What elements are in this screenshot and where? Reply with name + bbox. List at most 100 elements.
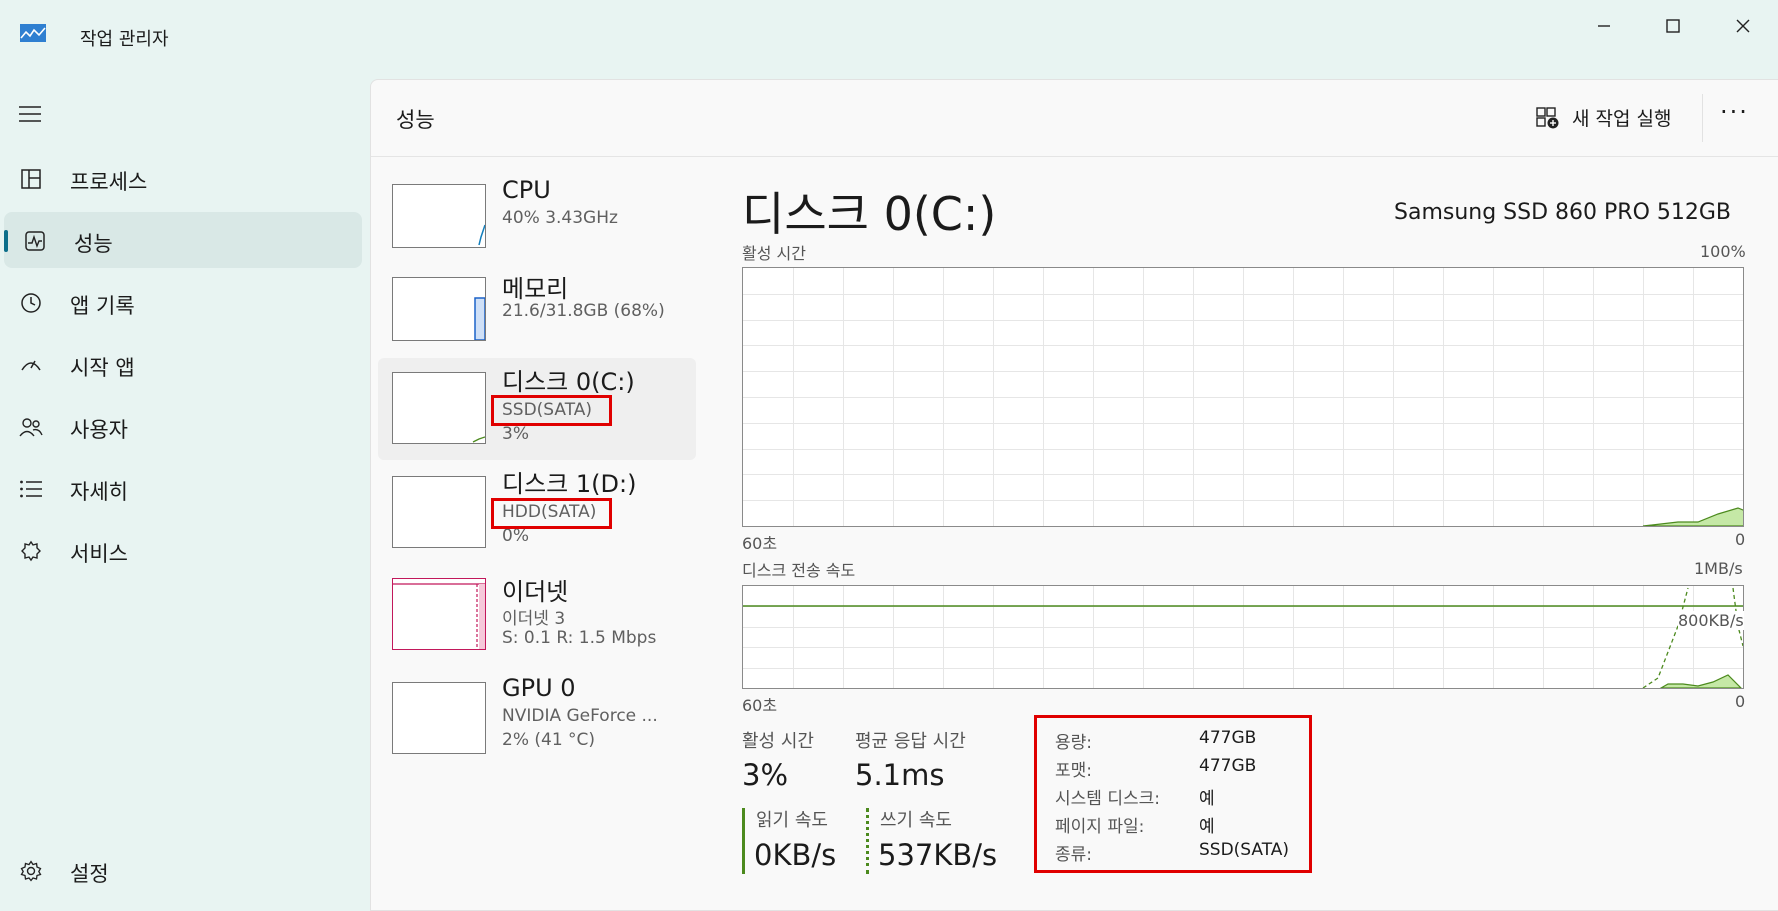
write-speed-label: 쓰기 속도 bbox=[880, 810, 952, 831]
sidebar-item-performance[interactable]: 성능 bbox=[4, 212, 362, 268]
performance-icon bbox=[22, 228, 48, 254]
format-value: 477GB bbox=[1199, 756, 1257, 776]
more-options-button[interactable]: ··· bbox=[1720, 98, 1749, 126]
disk-model: Samsung SSD 860 PRO 512GB bbox=[1394, 200, 1732, 225]
memory-thumbnail-graph bbox=[392, 277, 486, 341]
close-button[interactable] bbox=[1723, 6, 1763, 46]
window-title: 작업 관리자 bbox=[80, 29, 169, 50]
disk-title: 디스크 0(C:) bbox=[742, 187, 997, 241]
graph2-mid-label: 800KB/s bbox=[1678, 611, 1744, 630]
device-item-memory[interactable]: 메모리 21.6/31.8GB (68%) bbox=[378, 265, 696, 367]
device-detail: NVIDIA GeForce ... bbox=[502, 706, 658, 726]
avg-response-label: 평균 응답 시간 bbox=[855, 731, 966, 752]
sidebar-item-label: 서비스 bbox=[70, 542, 128, 566]
sidebar-item-users[interactable]: 사용자 bbox=[0, 398, 362, 454]
write-speed-indicator bbox=[866, 808, 869, 874]
graph2-label: 디스크 전송 속도 bbox=[742, 561, 856, 580]
new-task-icon bbox=[1536, 106, 1559, 128]
header-separator bbox=[1702, 94, 1703, 142]
device-item-cpu[interactable]: CPU 40% 3.43GHz bbox=[378, 172, 696, 274]
sidebar-item-details[interactable]: 자세히 bbox=[0, 460, 362, 516]
device-item-ethernet[interactable]: 이더넷 이더넷 3 S: 0.1 R: 1.5 Mbps bbox=[378, 568, 696, 670]
format-label: 포맷: bbox=[1055, 761, 1093, 781]
graph2-min-label: 0 bbox=[1735, 692, 1746, 711]
device-name: 디스크 0(C:) bbox=[502, 368, 635, 396]
capacity-label: 용량: bbox=[1055, 733, 1093, 753]
gear-icon bbox=[18, 858, 44, 884]
sidebar-item-processes[interactable]: 프로세스 bbox=[0, 150, 362, 206]
sidebar-item-label: 앱 기록 bbox=[70, 294, 135, 318]
sidebar-item-label: 사용자 bbox=[70, 418, 128, 442]
graph1-time-label: 60초 bbox=[742, 534, 778, 553]
minimize-icon bbox=[1598, 25, 1610, 27]
system-disk-value: 예 bbox=[1199, 789, 1215, 809]
disk1-thumbnail-graph bbox=[392, 476, 486, 548]
close-icon bbox=[1736, 19, 1750, 33]
run-new-task-button[interactable]: 새 작업 실행 bbox=[1536, 104, 1671, 131]
sidebar-item-startup-apps[interactable]: 시작 앱 bbox=[0, 336, 362, 392]
task-manager-app-icon bbox=[20, 24, 46, 42]
type-value: SSD(SATA) bbox=[1199, 840, 1290, 860]
graph1-label: 활성 시간 bbox=[742, 244, 806, 263]
hamburger-icon bbox=[19, 106, 41, 122]
processes-icon bbox=[18, 166, 44, 192]
transfer-rate-graph bbox=[742, 585, 1744, 689]
device-usage: 0% bbox=[502, 526, 529, 546]
gpu-thumbnail-graph bbox=[392, 682, 486, 754]
graph1-min-label: 0 bbox=[1735, 530, 1746, 549]
read-speed-value: 0KB/s bbox=[754, 838, 837, 872]
write-speed-value: 537KB/s bbox=[878, 838, 998, 872]
device-detail: 40% 3.43GHz bbox=[502, 208, 618, 228]
highlight-box-disk0-type bbox=[491, 395, 612, 426]
startup-icon bbox=[18, 352, 44, 378]
graph2-max-label: 1MB/s bbox=[1694, 559, 1743, 578]
graph1-max-label: 100% bbox=[1700, 242, 1746, 261]
sidebar-item-label: 설정 bbox=[70, 862, 109, 886]
read-speed-label: 읽기 속도 bbox=[756, 810, 828, 831]
maximize-button[interactable] bbox=[1653, 6, 1693, 46]
page-file-label: 페이지 파일: bbox=[1055, 817, 1145, 837]
sidebar-item-label: 시작 앱 bbox=[70, 356, 135, 380]
device-detail: 이더넷 3 bbox=[502, 609, 566, 629]
sidebar-item-label: 성능 bbox=[74, 232, 113, 256]
device-name: 메모리 bbox=[502, 275, 569, 303]
header-divider bbox=[371, 156, 1778, 157]
device-name: 디스크 1(D:) bbox=[502, 470, 637, 498]
device-throughput: S: 0.1 R: 1.5 Mbps bbox=[502, 628, 657, 648]
history-icon bbox=[18, 290, 44, 316]
ethernet-thumbnail-graph bbox=[392, 578, 486, 650]
disk0-thumbnail-graph bbox=[392, 372, 486, 444]
avg-response-value: 5.1ms bbox=[855, 758, 945, 792]
users-icon bbox=[18, 414, 44, 440]
type-label: 종류: bbox=[1055, 845, 1093, 865]
graph2-time-label: 60초 bbox=[742, 696, 778, 715]
active-time-label: 활성 시간 bbox=[742, 731, 814, 752]
system-disk-label: 시스템 디스크: bbox=[1055, 789, 1160, 809]
device-name: 이더넷 bbox=[502, 578, 569, 606]
minimize-button[interactable] bbox=[1584, 6, 1624, 46]
device-item-gpu-0[interactable]: GPU 0 NVIDIA GeForce ... 2% (41 °C) bbox=[378, 670, 696, 772]
active-indicator bbox=[4, 230, 8, 252]
sidebar-item-app-history[interactable]: 앱 기록 bbox=[0, 274, 362, 330]
hamburger-menu-button[interactable] bbox=[18, 104, 46, 128]
active-time-graph bbox=[742, 267, 1744, 527]
run-new-task-label: 새 작업 실행 bbox=[1572, 108, 1672, 130]
sidebar-item-settings[interactable]: 설정 bbox=[0, 842, 362, 898]
active-time-value: 3% bbox=[742, 758, 789, 792]
sidebar-item-services[interactable]: 서비스 bbox=[0, 522, 362, 578]
capacity-value: 477GB bbox=[1199, 728, 1257, 748]
device-detail: 21.6/31.8GB (68%) bbox=[502, 301, 665, 321]
sidebar-item-label: 자세히 bbox=[70, 480, 128, 504]
maximize-icon bbox=[1666, 19, 1680, 33]
cpu-thumbnail-graph bbox=[392, 184, 486, 248]
highlight-box-disk1-type bbox=[491, 498, 612, 529]
device-usage: 2% (41 °C) bbox=[502, 730, 596, 750]
services-icon bbox=[18, 538, 44, 564]
page-file-value: 예 bbox=[1199, 817, 1215, 837]
sidebar-item-label: 프로세스 bbox=[70, 170, 148, 194]
read-speed-indicator bbox=[742, 808, 745, 874]
details-icon bbox=[18, 476, 44, 502]
device-name: GPU 0 bbox=[502, 674, 576, 702]
device-usage: 3% bbox=[502, 424, 529, 444]
device-name: CPU bbox=[502, 176, 551, 204]
